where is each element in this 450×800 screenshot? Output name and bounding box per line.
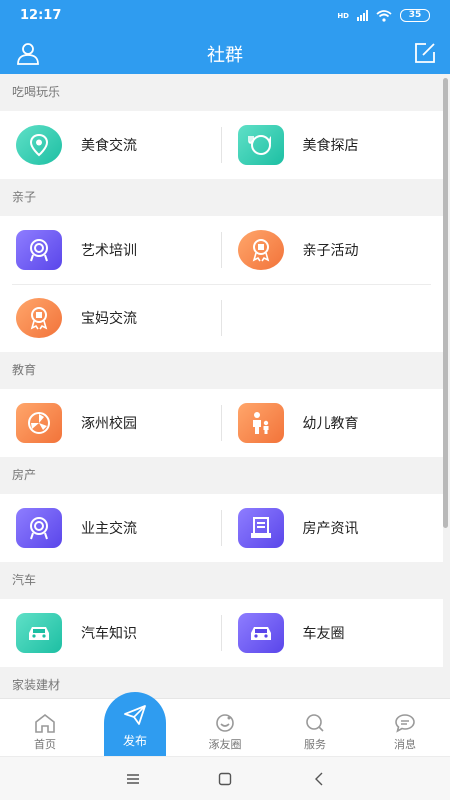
group-label: 宝妈交流 <box>81 311 137 327</box>
group-item-owner-exchange[interactable]: 业主交流 <box>0 494 222 562</box>
app-header: 社群 <box>0 32 450 74</box>
grid-row: 涿州校园 幼儿教育 <box>0 389 443 457</box>
menu-button[interactable] <box>118 767 148 791</box>
tab-label: 首页 <box>34 738 56 751</box>
group-label: 美食交流 <box>81 138 137 154</box>
group-item-parent-child-activity[interactable]: 亲子活动 <box>222 216 444 284</box>
page-title: 社群 <box>207 45 243 66</box>
publish-label: 发布 <box>122 734 147 748</box>
group-label: 车友圈 <box>302 626 345 642</box>
group-item-property-news[interactable]: 房产资讯 <box>222 494 444 562</box>
status-icons: HD 35 <box>337 9 430 22</box>
menu-icon <box>127 774 139 784</box>
grid-row: 汽车知识 车友圈 <box>0 599 443 667</box>
tab-label: 涿友圈 <box>208 738 242 751</box>
group-item-food-visit[interactable]: 美食探店 <box>222 111 444 179</box>
group-item-early-education[interactable]: 幼儿教育 <box>222 389 444 457</box>
location-pin-icon <box>16 125 62 165</box>
news-icon <box>237 508 284 548</box>
network-label: HD <box>337 11 349 20</box>
section-grid-property: 业主交流 房产资讯 <box>0 494 443 562</box>
group-label: 美食探店 <box>302 138 359 154</box>
group-label: 房产资讯 <box>302 521 359 537</box>
battery-icon: 35 <box>400 9 430 22</box>
medal-icon <box>237 230 284 270</box>
parent-child-icon <box>237 403 284 443</box>
dining-icon <box>237 125 284 165</box>
back-icon <box>315 772 323 786</box>
signal-icon <box>357 10 368 21</box>
bottom-tab-bar: 首页 涿友圈 服务 消息 <box>0 698 450 756</box>
publish-button[interactable]: 发布 <box>104 692 166 756</box>
back-button[interactable] <box>304 767 334 791</box>
circle-icon <box>216 714 234 732</box>
compose-button[interactable] <box>412 40 438 66</box>
medal-icon <box>16 298 62 338</box>
section-label-car: 汽车 <box>0 562 443 599</box>
group-label: 艺术培训 <box>81 243 137 259</box>
status-time: 12:17 <box>20 8 62 23</box>
tab-messages[interactable]: 消息 <box>360 699 450 757</box>
tab-home[interactable]: 首页 <box>0 699 90 757</box>
empty-cell <box>222 284 444 352</box>
group-item-zhuozhou-campus[interactable]: 涿州校园 <box>0 389 222 457</box>
group-item-art-training[interactable]: 艺术培训 <box>0 216 222 284</box>
group-item-car-knowledge[interactable]: 汽车知识 <box>0 599 222 667</box>
community-list[interactable]: 吃喝玩乐 美食交流 美食探店 亲子 艺术培训 亲子活动 宝妈交流 教育 涿州校园… <box>0 74 443 698</box>
section-grid-education: 涿州校园 幼儿教育 <box>0 389 443 457</box>
group-label: 汽车知识 <box>81 626 137 642</box>
section-label-food: 吃喝玩乐 <box>0 74 443 111</box>
pinwheel-icon <box>16 403 62 443</box>
group-item-car-friends[interactable]: 车友圈 <box>222 599 444 667</box>
grid-row: 业主交流 房产资讯 <box>0 494 443 562</box>
section-label-home-decor: 家装建材 <box>0 667 443 698</box>
group-label: 业主交流 <box>81 521 137 537</box>
message-icon <box>395 714 415 733</box>
home-nav-button[interactable] <box>210 767 240 791</box>
group-item-food-exchange[interactable]: 美食交流 <box>0 111 222 179</box>
group-item-mom-exchange[interactable]: 宝妈交流 <box>0 284 222 352</box>
status-bar: 12:17 HD 35 <box>0 0 450 32</box>
section-grid-parenting: 艺术培训 亲子活动 宝妈交流 <box>0 216 443 352</box>
send-icon <box>124 705 146 725</box>
section-label-property: 房产 <box>0 457 443 494</box>
system-nav-bar <box>0 756 450 800</box>
section-label-education: 教育 <box>0 352 443 389</box>
tab-service[interactable]: 服务 <box>270 699 360 757</box>
group-label: 涿州校园 <box>81 416 137 432</box>
grid-row: 艺术培训 亲子活动 <box>0 216 443 284</box>
service-icon <box>306 714 324 732</box>
section-grid-car: 汽车知识 车友圈 <box>0 599 443 667</box>
wifi-icon <box>376 9 392 22</box>
car-icon <box>16 613 62 653</box>
tab-label: 消息 <box>394 738 416 751</box>
grid-row: 宝妈交流 <box>0 284 443 352</box>
group-label: 亲子活动 <box>302 243 359 259</box>
tab-label: 服务 <box>304 738 326 751</box>
scrollbar[interactable] <box>443 78 448 528</box>
section-grid-food: 美食交流 美食探店 <box>0 111 443 179</box>
grid-row: 美食交流 美食探店 <box>0 111 443 179</box>
group-label: 幼儿教育 <box>302 416 359 432</box>
edit-icon <box>415 43 435 63</box>
section-label-parenting: 亲子 <box>0 179 443 216</box>
badge-icon <box>16 508 62 548</box>
badge-icon <box>16 230 62 270</box>
tab-zhuoyou-circle[interactable]: 涿友圈 <box>180 699 270 757</box>
car-icon <box>237 613 284 653</box>
home-icon <box>35 713 55 733</box>
square-icon <box>218 772 232 786</box>
